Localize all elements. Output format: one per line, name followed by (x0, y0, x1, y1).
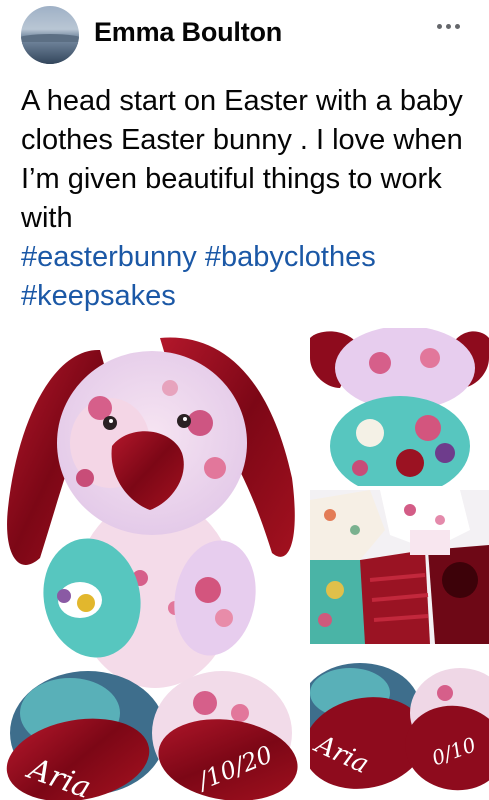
hashtag-babyclothes[interactable]: #babyclothes (205, 241, 376, 273)
dot (454, 23, 460, 29)
author-name[interactable]: Emma Boulton (94, 17, 282, 48)
avatar-water (21, 42, 79, 64)
hashtag-easterbunny[interactable]: #easterbunny (21, 241, 197, 273)
post-header: Emma Boulton (0, 0, 489, 72)
post-body: A head start on Easter with a baby cloth… (21, 85, 463, 234)
baby-clothes-illustration (310, 490, 489, 644)
hashtag-keepsakes[interactable]: #keepsakes (21, 280, 176, 312)
photo-main[interactable]: Aria /10/20 (0, 328, 306, 800)
post-text: A head start on Easter with a baby cloth… (21, 82, 471, 316)
dot (436, 23, 442, 29)
photo-thumb-3[interactable]: Aria 0/10 (310, 648, 489, 800)
photo-thumb-1[interactable] (310, 328, 489, 486)
photo-thumb-2[interactable] (310, 490, 489, 644)
photo-grid: Aria /10/20 Aria 0/10 (0, 328, 489, 800)
bunny-closeup-illustration (310, 328, 489, 486)
more-options-icon[interactable] (430, 16, 466, 36)
bunny-illustration: Aria /10/20 (0, 328, 306, 800)
author-avatar[interactable] (21, 6, 79, 64)
bunny-feet-illustration: Aria 0/10 (310, 648, 489, 800)
dot (445, 23, 451, 29)
